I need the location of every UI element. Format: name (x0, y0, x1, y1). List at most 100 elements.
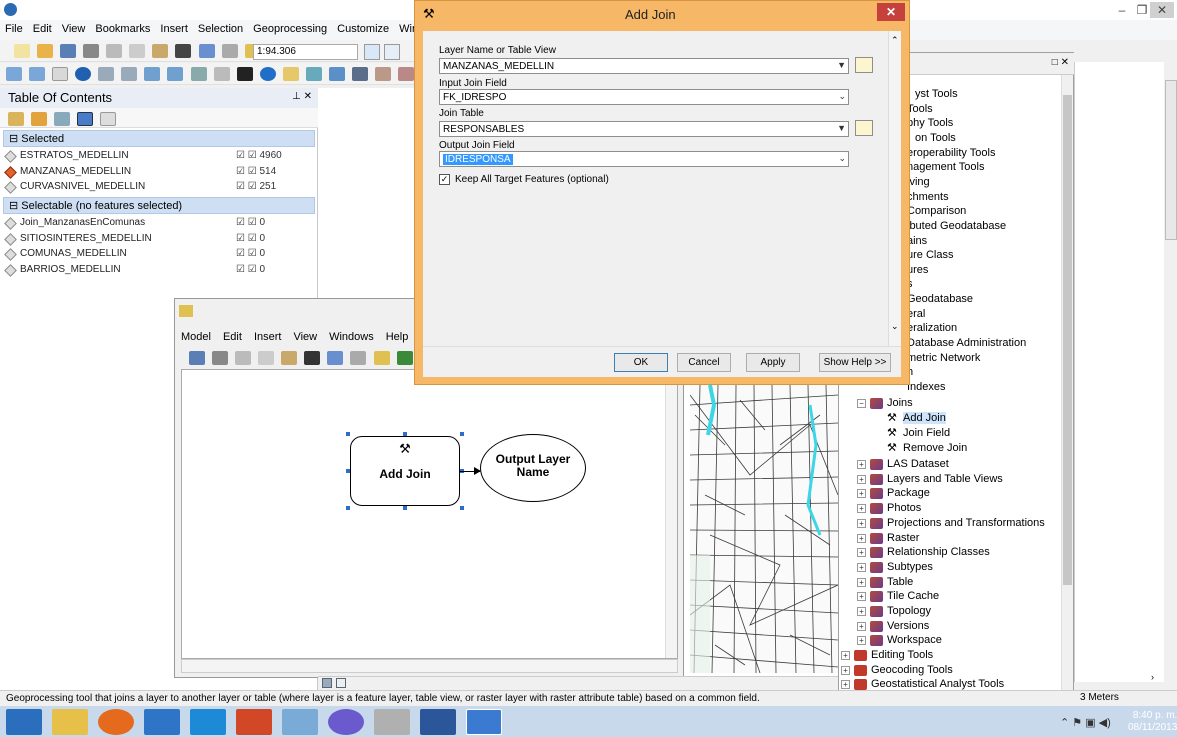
layer-checkbox-icon[interactable]: ☑ ☑ (236, 264, 260, 275)
scroll-down-icon[interactable]: ⌄ (891, 321, 899, 332)
fixed-zoom-in-icon[interactable] (98, 67, 115, 81)
expand-icon[interactable]: + (857, 562, 866, 572)
layer-checkbox-icon[interactable]: ☑ ☑ (236, 181, 260, 192)
close-icon[interactable]: ✕ (1150, 2, 1174, 18)
select-features-icon[interactable] (190, 67, 207, 81)
layer-checkbox-icon[interactable]: ☑ ☑ (236, 233, 260, 244)
model-delete-icon[interactable] (304, 351, 321, 365)
editor-toolbar-icon[interactable] (364, 44, 380, 60)
model-menu-item[interactable]: View (287, 329, 323, 343)
chevron-down-icon[interactable]: ▼ (837, 122, 846, 135)
toolbox-tree-item[interactable]: Tools (907, 103, 933, 115)
toc-options-icon[interactable] (100, 112, 117, 126)
undo-icon[interactable] (198, 44, 215, 58)
toolbox-tree-item[interactable]: yst Tools (915, 88, 958, 100)
input-join-field-select[interactable]: FK_IDRESPO ⌄ (439, 89, 849, 105)
forward-icon[interactable] (167, 67, 184, 81)
expand-icon[interactable]: + (857, 577, 866, 587)
model-menu-item[interactable]: Windows (323, 329, 380, 343)
table-icon[interactable] (384, 44, 400, 60)
map-street-network[interactable] (690, 385, 838, 673)
file-explorer-icon[interactable] (52, 709, 88, 735)
toolbox-tree-item[interactable]: Relationship Classes (887, 546, 990, 558)
firefox-icon[interactable] (98, 709, 134, 735)
dialog-scrollbar[interactable]: ⌃ ⌄ (889, 31, 901, 346)
toc-layer-row[interactable]: SITIOSINTERES_MEDELLIN ☑ ☑ 0 (4, 232, 306, 247)
full-extent-icon[interactable] (75, 67, 92, 81)
toolbox-tree-item[interactable]: Layers and Table Views (887, 473, 1003, 485)
selection-handle[interactable] (346, 432, 350, 436)
fixed-zoom-out-icon[interactable] (121, 67, 138, 81)
toolbox-tree-item[interactable]: Geodatabase (907, 293, 973, 305)
expand-icon[interactable]: + (841, 680, 850, 689)
toolbox-tree-item[interactable]: Geostatistical Analyst Tools (871, 678, 1004, 690)
model-add-data-icon[interactable] (373, 351, 390, 365)
arccatalog-icon[interactable] (144, 709, 180, 735)
selection-handle[interactable] (403, 506, 407, 510)
select-elements-icon[interactable] (236, 67, 253, 81)
expand-icon[interactable]: + (841, 651, 850, 660)
find-route-icon[interactable] (375, 67, 391, 81)
toolbox-tree-item[interactable]: Topology (887, 605, 931, 617)
media-player-icon[interactable] (282, 709, 318, 735)
model-output-node[interactable]: Output Layer Name (480, 434, 586, 502)
expand-icon[interactable]: + (841, 665, 850, 675)
toc-layer-row[interactable]: CURVASNIVEL_MEDELLIN ☑ ☑ 251 (4, 180, 306, 195)
expand-icon[interactable]: + (857, 504, 866, 514)
open-icon[interactable] (37, 44, 54, 58)
arcmap-taskbar-icon[interactable] (466, 709, 502, 735)
toolbox-tree-item[interactable]: phy Tools (907, 117, 953, 129)
html-popup-icon[interactable] (305, 67, 322, 81)
dialog-close-button[interactable]: ✕ (877, 3, 905, 21)
side-tab-catalog[interactable] (1165, 80, 1177, 240)
ok-button[interactable]: OK (614, 353, 668, 372)
find-icon[interactable] (351, 67, 368, 81)
pan-icon[interactable] (52, 67, 69, 81)
clear-selection-icon[interactable] (213, 67, 230, 81)
toolbox-tree-item[interactable]: metric Network (907, 352, 980, 364)
model-tool-node[interactable]: ⚒ Add Join (350, 436, 460, 506)
toolbox-tree-item[interactable]: Photos (887, 502, 921, 514)
toolbox-tree-item[interactable]: Raster (887, 532, 919, 544)
layer-checkbox-icon[interactable]: ☑ ☑ (236, 217, 260, 228)
toolbox-tree-item[interactable]: eralization (907, 322, 957, 334)
toolbox-tree-item[interactable]: iving (907, 176, 930, 188)
toolbox-tree-item[interactable]: Add Join (903, 412, 946, 424)
scroll-up-icon[interactable]: ⌃ (891, 35, 899, 46)
toolbox-tree-item[interactable]: chments (907, 191, 949, 203)
menu-item[interactable]: Selection (193, 20, 248, 35)
delete-icon[interactable] (175, 44, 192, 58)
toolbox-tree-item[interactable]: eroperability Tools (907, 147, 995, 159)
identify-icon[interactable] (259, 67, 276, 81)
toolbox-tree-item[interactable]: on Tools (915, 132, 956, 144)
menu-item[interactable]: File (0, 20, 28, 35)
model-undo-icon[interactable] (327, 351, 344, 365)
model-menu-item[interactable]: Edit (217, 329, 248, 343)
toolbox-tree-item[interactable]: Tile Cache (887, 590, 939, 602)
toolbox-tree-item[interactable]: Package (887, 487, 930, 499)
layer-checkbox-icon[interactable]: ☑ ☑ (236, 166, 260, 177)
toolbox-tree-item[interactable]: Comparison (907, 205, 966, 217)
toolbox-tree-item[interactable]: Joins (887, 397, 913, 409)
scroll-right-icon[interactable]: › (1151, 672, 1163, 684)
cancel-button[interactable]: Cancel (677, 353, 731, 372)
toolbox-scroll-thumb[interactable] (1063, 95, 1072, 585)
cut-icon[interactable] (106, 44, 123, 58)
toolbox-tree-item[interactable]: Workspace (887, 634, 942, 646)
model-hscroll[interactable] (181, 659, 678, 673)
expand-icon[interactable]: + (857, 636, 866, 646)
redo-icon[interactable] (221, 44, 238, 58)
browse-layer-folder-icon[interactable] (855, 57, 873, 73)
selection-handle[interactable] (460, 506, 464, 510)
toc-layer-row[interactable]: BARRIOS_MEDELLIN ☑ ☑ 0 (4, 263, 306, 278)
copy-icon[interactable] (129, 44, 146, 58)
toc-layer-row[interactable]: COMUNAS_MEDELLIN ☑ ☑ 0 (4, 247, 306, 262)
map-scale-input[interactable]: 1:94.306 (253, 44, 358, 60)
toolbox-tree-item[interactable]: Subtypes (887, 561, 933, 573)
menu-item[interactable]: Edit (28, 20, 57, 35)
hyperlink-icon[interactable] (282, 67, 299, 81)
expand-icon[interactable]: + (857, 533, 866, 543)
toolbox-tree-item[interactable]: Database Administration (907, 337, 1026, 349)
menu-item[interactable]: Customize (332, 20, 394, 35)
model-cut-icon[interactable] (235, 351, 252, 365)
